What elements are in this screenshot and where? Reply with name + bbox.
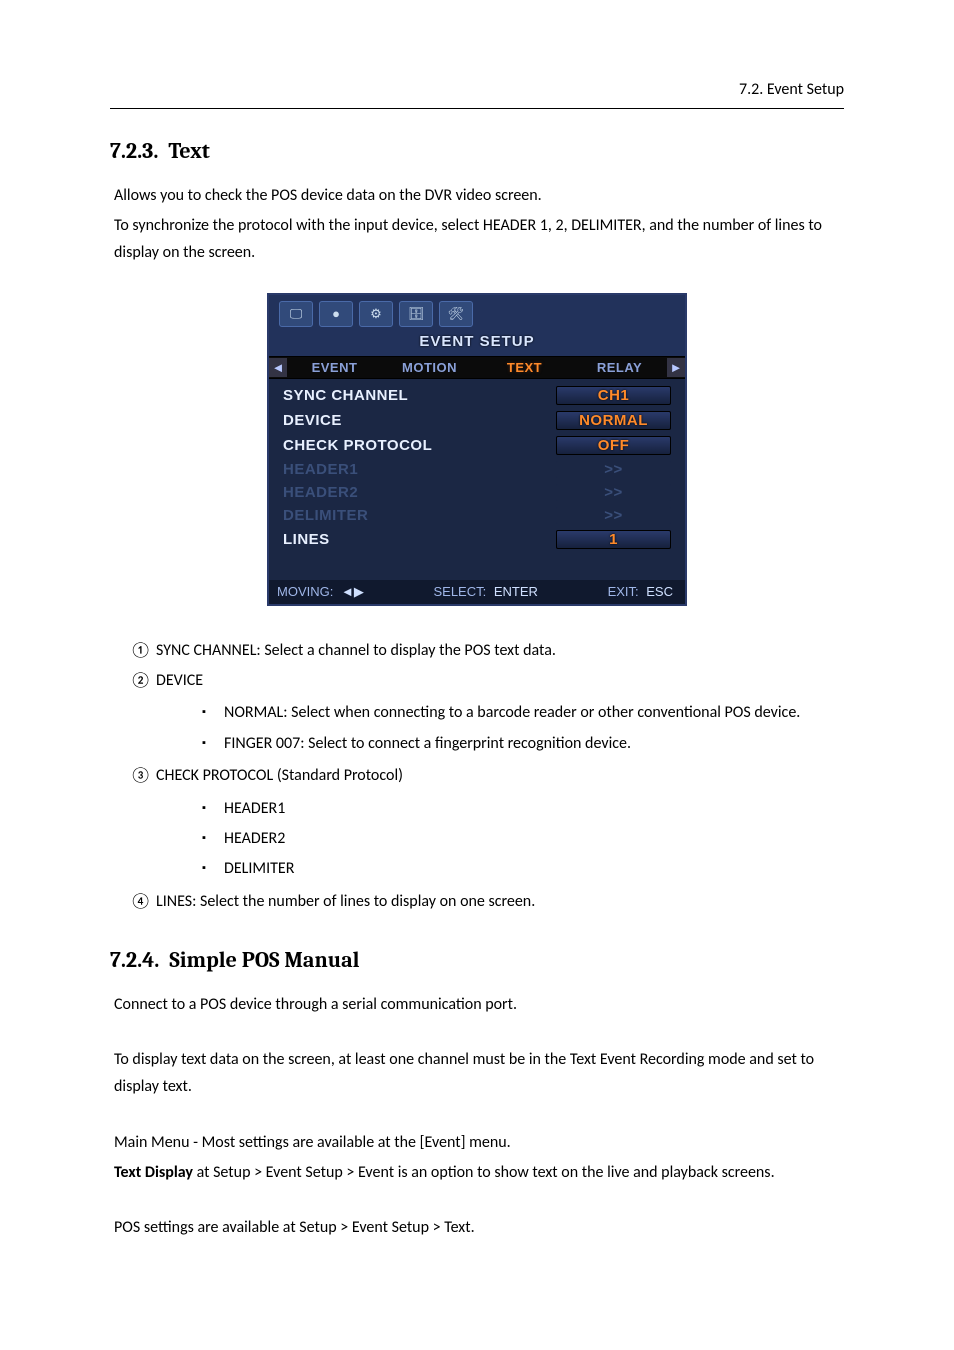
window-title: EVENT SETUP bbox=[269, 331, 685, 356]
footer-select: SELECT: ENTER bbox=[433, 584, 541, 600]
footer-key: ESC bbox=[646, 584, 673, 599]
row-check-protocol[interactable]: CHECK PROTOCOL OFF bbox=[277, 433, 677, 458]
paragraph: Main Menu - Most settings are available … bbox=[114, 1129, 844, 1156]
intro-paragraph-1: Allows you to check the POS device data … bbox=[114, 182, 844, 209]
section-title: Text bbox=[168, 138, 209, 164]
footer-key: ENTER bbox=[494, 584, 538, 599]
row-delimiter: DELIMITER >> bbox=[277, 504, 677, 527]
storage-icon[interactable]: 🗄 bbox=[399, 301, 433, 327]
footer-hint-bar: MOVING: ◄▶ SELECT: ENTER EXIT: ESC bbox=[269, 580, 685, 604]
list-item: LINES: Select the number of lines to dis… bbox=[130, 887, 844, 917]
footer-label: EXIT: bbox=[608, 584, 639, 599]
row-label: CHECK PROTOCOL bbox=[283, 437, 432, 454]
footer-label: MOVING: bbox=[277, 584, 333, 599]
tab-event[interactable]: EVENT bbox=[287, 357, 382, 378]
text: at Setup > Event Setup > Event is an opt… bbox=[193, 1163, 775, 1182]
bold-text: Text Display bbox=[114, 1163, 193, 1182]
intro-paragraph-2: To synchronize the protocol with the inp… bbox=[114, 212, 844, 266]
paragraph: POS settings are available at Setup > Ev… bbox=[114, 1214, 844, 1241]
footer-label: SELECT: bbox=[433, 584, 486, 599]
row-label: HEADER1 bbox=[283, 461, 358, 478]
embedded-screenshot: 🖵 ● ⚙ 🗄 🛠 EVENT SETUP ◄ EVENT MOTION TEX… bbox=[110, 293, 844, 606]
row-label: SYNC CHANNEL bbox=[283, 387, 408, 404]
sub-list-item: NORMAL: Select when connecting to a barc… bbox=[202, 698, 844, 728]
list-item: DEVICE NORMAL: Select when connecting to… bbox=[130, 666, 844, 759]
footer-key: ◄▶ bbox=[341, 584, 364, 600]
row-value[interactable]: 1 bbox=[556, 530, 671, 549]
section-heading-723: 7.2.3. Text bbox=[110, 138, 844, 164]
list-text: SYNC CHANNEL: Select a channel to displa… bbox=[156, 641, 556, 660]
header-rule bbox=[110, 108, 844, 109]
section-title: Simple POS Manual bbox=[169, 947, 359, 973]
tab-motion[interactable]: MOTION bbox=[382, 357, 477, 378]
row-value: >> bbox=[556, 484, 671, 501]
dvr-event-setup-window: 🖵 ● ⚙ 🗄 🛠 EVENT SETUP ◄ EVENT MOTION TEX… bbox=[267, 293, 687, 606]
header-breadcrumb: 7.2. Event Setup bbox=[739, 80, 844, 99]
paragraph: To display text data on the screen, at l… bbox=[114, 1046, 844, 1100]
row-value[interactable]: NORMAL bbox=[556, 411, 671, 430]
row-value: >> bbox=[556, 507, 671, 524]
list-text: CHECK PROTOCOL (Standard Protocol) bbox=[156, 766, 403, 785]
paragraph: Connect to a POS device through a serial… bbox=[114, 991, 844, 1018]
tab-arrow-left[interactable]: ◄ bbox=[269, 358, 287, 377]
row-label: LINES bbox=[283, 531, 330, 548]
row-value: >> bbox=[556, 461, 671, 478]
numbered-list: SYNC CHANNEL: Select a channel to displa… bbox=[130, 636, 844, 918]
section-number: 7.2.4. bbox=[110, 947, 159, 973]
list-item: CHECK PROTOCOL (Standard Protocol) HEADE… bbox=[130, 761, 844, 885]
rec-icon[interactable]: ● bbox=[319, 301, 353, 327]
row-label: HEADER2 bbox=[283, 484, 358, 501]
row-lines[interactable]: LINES 1 bbox=[277, 527, 677, 552]
footer-exit: EXIT: ESC bbox=[608, 584, 677, 600]
tab-arrow-right[interactable]: ► bbox=[667, 358, 685, 377]
sub-list: HEADER1 HEADER2 DELIMITER bbox=[202, 794, 844, 885]
tab-text[interactable]: TEXT bbox=[477, 357, 572, 378]
row-label: DELIMITER bbox=[283, 507, 368, 524]
section-number: 7.2.3. bbox=[110, 138, 158, 164]
sub-list-item: HEADER1 bbox=[202, 794, 844, 824]
tab-relay[interactable]: RELAY bbox=[572, 357, 667, 378]
row-device[interactable]: DEVICE NORMAL bbox=[277, 408, 677, 433]
row-sync-channel[interactable]: SYNC CHANNEL CH1 bbox=[277, 383, 677, 408]
toolbar: 🖵 ● ⚙ 🗄 🛠 bbox=[269, 295, 685, 331]
list-text: LINES: Select the number of lines to dis… bbox=[156, 892, 535, 911]
settings-rows: SYNC CHANNEL CH1 DEVICE NORMAL CHECK PRO… bbox=[269, 379, 685, 580]
row-value[interactable]: CH1 bbox=[556, 386, 671, 405]
page: 7.2. Event Setup 7.2.3. Text Allows you t… bbox=[0, 0, 954, 1350]
row-header1: HEADER1 >> bbox=[277, 458, 677, 481]
tab-bar: ◄ EVENT MOTION TEXT RELAY ► bbox=[269, 356, 685, 379]
sub-list-item: DELIMITER bbox=[202, 854, 844, 884]
list-item: SYNC CHANNEL: Select a channel to displa… bbox=[130, 636, 844, 666]
paragraph: Text Display at Setup > Event Setup > Ev… bbox=[114, 1159, 844, 1186]
sub-list-item: FINGER 007: Select to connect a fingerpr… bbox=[202, 729, 844, 759]
row-label: DEVICE bbox=[283, 412, 342, 429]
content: 7.2.3. Text Allows you to check the POS d… bbox=[110, 138, 844, 1241]
row-header2: HEADER2 >> bbox=[277, 481, 677, 504]
sub-list: NORMAL: Select when connecting to a barc… bbox=[202, 698, 844, 759]
tools-icon[interactable]: 🛠 bbox=[439, 301, 473, 327]
network-icon[interactable]: ⚙ bbox=[359, 301, 393, 327]
monitor-icon[interactable]: 🖵 bbox=[279, 301, 313, 327]
section-heading-724: 7.2.4. Simple POS Manual bbox=[110, 947, 844, 973]
list-text: DEVICE bbox=[156, 671, 203, 690]
footer-moving: MOVING: ◄▶ bbox=[277, 584, 368, 600]
sub-list-item: HEADER2 bbox=[202, 824, 844, 854]
row-value[interactable]: OFF bbox=[556, 436, 671, 455]
